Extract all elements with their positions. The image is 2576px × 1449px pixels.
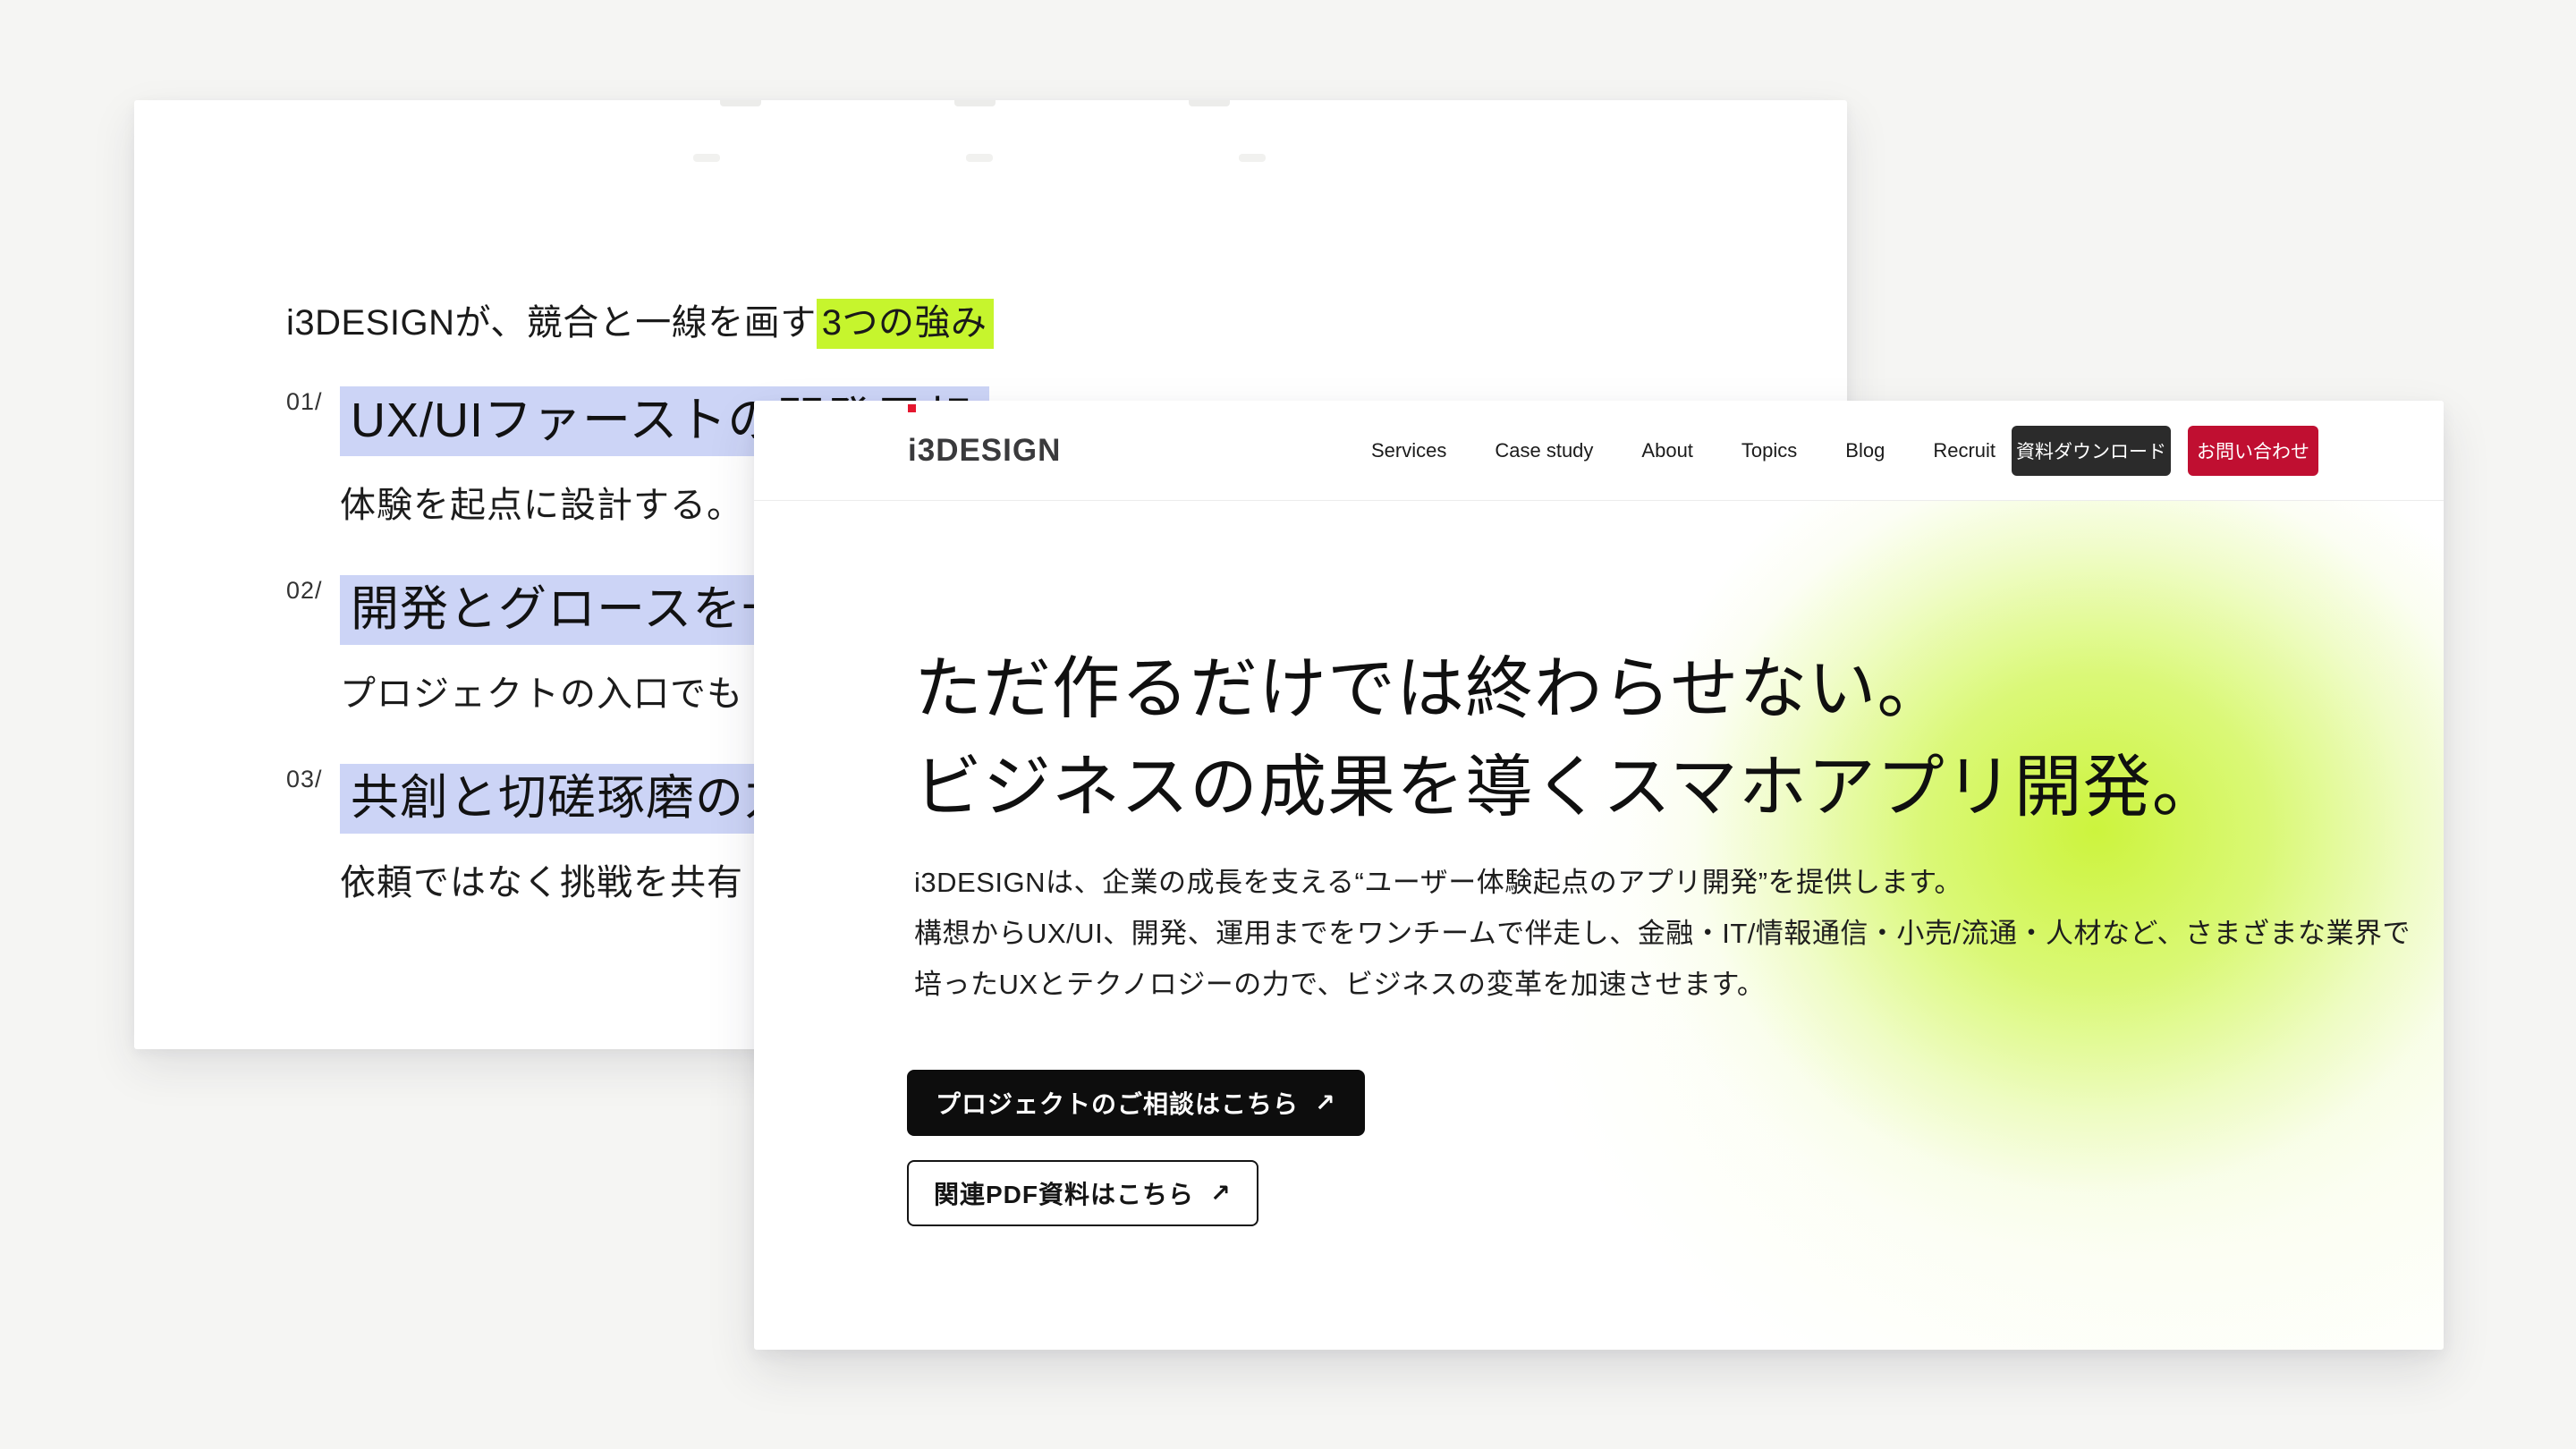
slide-headline-highlight: 3つの強み [817, 299, 995, 349]
north-east-arrow-icon: ↗ [1210, 1180, 1232, 1208]
stage: i3DESIGNが、競合と一線を画す3つの強み 01/ UX/UIファーストの開… [0, 0, 2576, 1449]
site-header: i3DESIGN Services Case study About Topic… [754, 401, 2444, 501]
cropped-dash-remnant [693, 154, 720, 162]
hero-paragraph: i3DESIGNは、企業の成長を支える“ユーザー体験起点のアプリ開発”を提供しま… [914, 857, 2411, 1010]
contact-button[interactable]: お問い合わせ [2188, 426, 2318, 476]
main-nav: Services Case study About Topics Blog Re… [1371, 401, 1996, 501]
nav-item-topics[interactable]: Topics [1741, 439, 1797, 462]
item-description: プロジェクトの入口でも [340, 665, 807, 716]
pdf-cta-button[interactable]: 関連PDF資料はこちら ↗ [907, 1160, 1258, 1226]
consult-cta-label: プロジェクトのご相談はこちら [936, 1085, 1299, 1121]
item-description: 依頼ではなく挑戦を共有 [340, 853, 809, 905]
item-heading: 共創と切磋琢磨の力 [340, 764, 809, 834]
strength-item-3: 03/ 共創と切磋琢磨の力 依頼ではなく挑戦を共有 [286, 764, 809, 905]
logo-red-dot-icon [908, 404, 916, 412]
download-button[interactable]: 資料ダウンロード [2012, 426, 2171, 476]
nav-item-about[interactable]: About [1641, 439, 1693, 462]
cropped-tab-remnant [1189, 100, 1230, 106]
website-card: i3DESIGN Services Case study About Topic… [754, 401, 2444, 1350]
cropped-dash-remnant [966, 154, 993, 162]
item-number: 01/ [286, 388, 323, 416]
hero-paragraph-line3: 培ったUXとテクノロジーの力で、ビジネスの変革を加速させます。 [914, 959, 2411, 1010]
pdf-cta-label: 関連PDF資料はこちら [934, 1175, 1194, 1211]
hero-section: ただ作るだけでは終わらせない。 ビジネスの成果を導くスマホアプリ開発。 [914, 640, 2221, 837]
hero-paragraph-line2: 構想からUX/UI、開発、運用までをワンチームで伴走し、金融・IT/情報通信・小… [914, 908, 2411, 959]
consult-cta-button[interactable]: プロジェクトのご相談はこちら ↗ [907, 1070, 1365, 1136]
hero-paragraph-line1: i3DESIGNは、企業の成長を支える“ユーザー体験起点のアプリ開発”を提供しま… [914, 857, 2411, 908]
logo-text: i3DESIGN [908, 433, 1061, 469]
north-east-arrow-icon: ↗ [1315, 1089, 1336, 1117]
cropped-tab-remnant [720, 100, 761, 106]
hero-title-line1: ただ作るだけでは終わらせない。 [914, 640, 2221, 739]
item-number: 02/ [286, 577, 323, 605]
cropped-dash-remnant [1239, 154, 1266, 162]
hero-title-line2: ビジネスの成果を導くスマホアプリ開発。 [914, 739, 2221, 837]
strength-item-2: 02/ 開発とグロースを一 プロジェクトの入口でも [286, 575, 807, 716]
slide-headline: i3DESIGNが、競合と一線を画す3つの強み [286, 299, 994, 347]
nav-item-case-study[interactable]: Case study [1495, 439, 1593, 462]
slide-headline-text: i3DESIGNが、競合と一線を画す [286, 303, 817, 343]
nav-item-recruit[interactable]: Recruit [1933, 439, 1996, 462]
item-heading: 開発とグロースを一 [340, 575, 807, 645]
nav-item-services[interactable]: Services [1371, 439, 1446, 462]
item-number: 03/ [286, 766, 323, 793]
logo[interactable]: i3DESIGN [908, 401, 1061, 501]
nav-item-blog[interactable]: Blog [1845, 439, 1885, 462]
cropped-tab-remnant [954, 100, 996, 106]
